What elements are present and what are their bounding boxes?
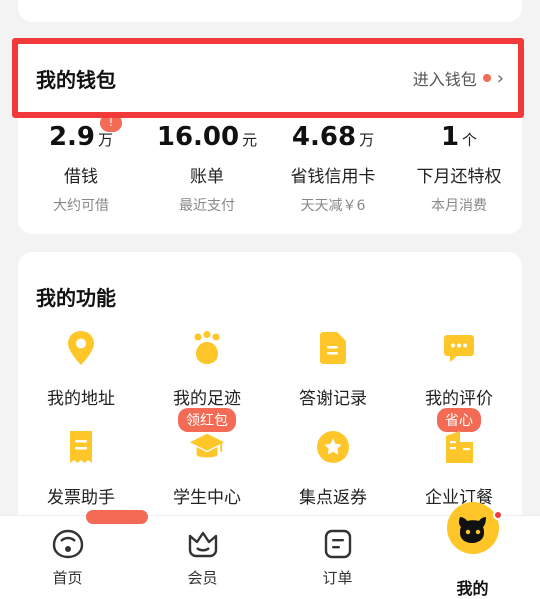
star-coin-icon: [315, 429, 351, 465]
location-pin-icon: [63, 330, 99, 366]
stat-borrow[interactable]: ! 2.9 万 借钱 大约可借: [18, 114, 144, 215]
tab-label: 会员: [187, 569, 218, 587]
func-corporate-dining[interactable]: 企业订餐: [396, 429, 522, 508]
stat-name: 账单: [190, 167, 224, 187]
bottom-tab-bar: 首页 会员 订单 我的: [0, 502, 540, 599]
document-icon: [315, 330, 351, 366]
enter-wallet-link[interactable]: 进入钱包 ›: [413, 66, 504, 90]
tab-mine[interactable]: 我的: [405, 502, 540, 599]
func-points-coupons[interactable]: 集点返券: [270, 429, 396, 508]
member-crown-icon: [186, 527, 220, 561]
stat-unit: 万: [359, 131, 375, 149]
home-face-icon: [51, 527, 85, 561]
stat-value: 4.68: [291, 122, 357, 152]
stat-sub: 大约可借: [53, 198, 109, 214]
func-my-address[interactable]: 我的地址: [18, 330, 144, 409]
notification-dot-icon: [492, 510, 503, 520]
stat-unit: 万: [98, 131, 114, 149]
stat-value: 16.00: [156, 122, 240, 152]
stat-name: 借钱: [64, 167, 98, 187]
stat-value: 1: [440, 122, 460, 152]
enter-wallet-label: 进入钱包: [412, 70, 477, 89]
borrow-badge: !: [100, 114, 122, 132]
wallet-stats: ! 2.9 万 借钱 大约可借 16.00 元 账单 最近支付 4.68 万 省钱信用…: [18, 114, 522, 215]
stat-sub: 本月消费: [431, 198, 487, 214]
notification-dot-icon: [482, 74, 491, 82]
func-thanks-record[interactable]: 答谢记录: [270, 330, 396, 409]
wallet-title: 我的钱包: [36, 67, 116, 92]
func-label: 学生中心: [173, 488, 241, 508]
stat-next-month[interactable]: 1个 下月还特权 本月消费: [396, 122, 522, 215]
functions-grid: 我的地址 我的足迹 领红包 答谢记录 我的评价 省心 发票助手 学生中心 集点返…: [18, 330, 522, 508]
graduation-cap-icon: [189, 429, 225, 465]
stat-name: 省钱信用卡: [290, 167, 376, 187]
stat-name: 下月还特权: [416, 167, 502, 187]
stat-unit: 个: [462, 131, 478, 149]
stat-sub: 天天减￥6: [300, 198, 366, 214]
func-my-reviews[interactable]: 我的评价 省心: [396, 330, 522, 432]
func-student-center[interactable]: 学生中心: [144, 429, 270, 508]
func-label: 我的地址: [47, 389, 115, 409]
previous-card: [18, 0, 522, 22]
tab-home[interactable]: 首页: [0, 516, 135, 599]
chevron-right-icon: ›: [496, 67, 504, 89]
profile-avatar-icon: [446, 502, 503, 554]
building-icon: [441, 429, 477, 465]
tab-orders[interactable]: 订单: [270, 516, 405, 599]
stat-unit: 元: [242, 131, 258, 149]
func-footprint[interactable]: 我的足迹 领红包: [144, 330, 270, 432]
func-label: 集点返券: [299, 488, 367, 508]
tab-member[interactable]: 会员: [135, 516, 270, 599]
func-label: 答谢记录: [299, 389, 367, 409]
stat-bill[interactable]: 16.00 元 账单 最近支付: [144, 122, 270, 215]
stat-value: 2.9: [48, 122, 96, 152]
stat-sub: 最近支付: [179, 198, 235, 214]
wallet-header[interactable]: 我的钱包 进入钱包 ›: [18, 40, 522, 116]
tab-label: 订单: [322, 569, 353, 587]
tab-label: 首页: [52, 569, 83, 587]
paw-print-icon: [189, 330, 225, 366]
functions-title: 我的功能: [36, 286, 116, 310]
order-list-icon: [321, 527, 355, 561]
tab-label: 我的: [456, 578, 489, 598]
func-label: 我的评价: [425, 389, 493, 409]
wallet-card: 我的钱包 进入钱包 › ! 2.9 万 借钱 大约可借 16.00 元 账单 最近支…: [18, 40, 522, 234]
comment-icon: [441, 330, 477, 366]
func-label: 我的足迹: [173, 389, 241, 409]
func-label: 发票助手: [47, 488, 115, 508]
stat-credit-card[interactable]: 4.68 万 省钱信用卡 天天减￥6: [270, 122, 396, 215]
func-invoice-helper[interactable]: 发票助手: [18, 429, 144, 508]
receipt-icon: [63, 429, 99, 465]
